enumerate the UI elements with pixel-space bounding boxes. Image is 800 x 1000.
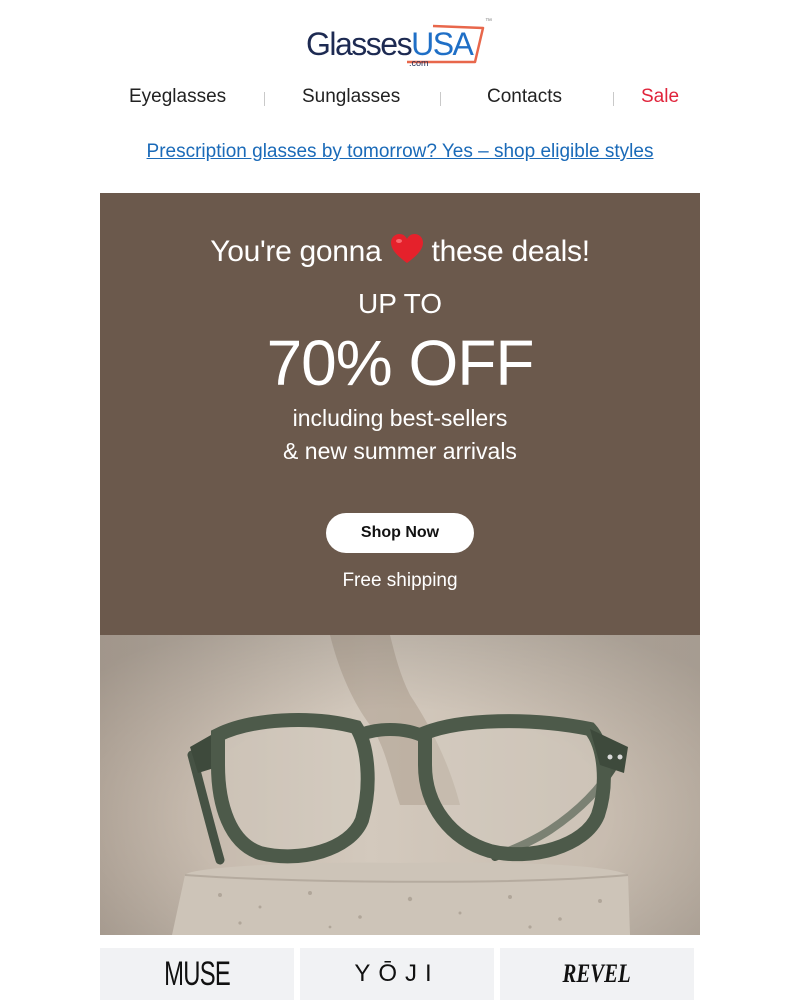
headline-before: You're gonna [210, 235, 382, 268]
logo-trademark: ™ [485, 18, 492, 25]
brand-yoji-logo: YŌJI [354, 960, 440, 987]
eyeglasses-illustration [100, 635, 700, 935]
nav-sale[interactable]: Sale [641, 86, 679, 108]
hero-up-to: UP TO [357, 288, 443, 319]
nav-divider [440, 92, 441, 106]
logo-part-glasses: Glasses [306, 26, 413, 62]
hero-headline: You're gonna these deals! [100, 233, 700, 269]
brand-tile-revel[interactable]: REVEL [500, 948, 694, 1000]
nav-eyeglasses[interactable]: Eyeglasses [129, 86, 226, 108]
nav-divider [613, 92, 614, 106]
brand-tile-yoji[interactable]: YŌJI [300, 948, 494, 1000]
hero-subline-2: & new summer arrivals [283, 438, 517, 464]
free-shipping-text: Free shipping [342, 570, 458, 591]
hero-discount: 70% OFF [266, 327, 535, 399]
nav-sunglasses[interactable]: Sunglasses [302, 86, 400, 108]
brand-tile-muse[interactable]: MUSE [100, 948, 294, 1000]
shop-now-button[interactable]: Shop Now [326, 513, 474, 553]
promo-next-day-link[interactable]: Prescription glasses by tomorrow? Yes – … [0, 141, 800, 163]
headline-after: these deals! [431, 235, 590, 268]
nav-contacts[interactable]: Contacts [487, 86, 562, 108]
hero-subline-1: including best-sellers [292, 405, 508, 431]
site-logo[interactable]: GlassesUSA .com ™ [0, 18, 800, 74]
brand-revel-logo: REVEL [562, 959, 632, 988]
hero-banner: You're gonna these deals! UP TO 70% OFF … [100, 193, 700, 635]
logo-domain: .com [409, 58, 429, 68]
heart-icon [390, 234, 423, 263]
main-nav: Eyeglasses Sunglasses Contacts Sale [0, 86, 800, 114]
brand-muse-logo: MUSE [164, 954, 231, 993]
brand-row: MUSE YŌJI REVEL [100, 948, 700, 1000]
eyeglasses-product-image[interactable] [100, 635, 700, 935]
nav-divider [264, 92, 265, 106]
